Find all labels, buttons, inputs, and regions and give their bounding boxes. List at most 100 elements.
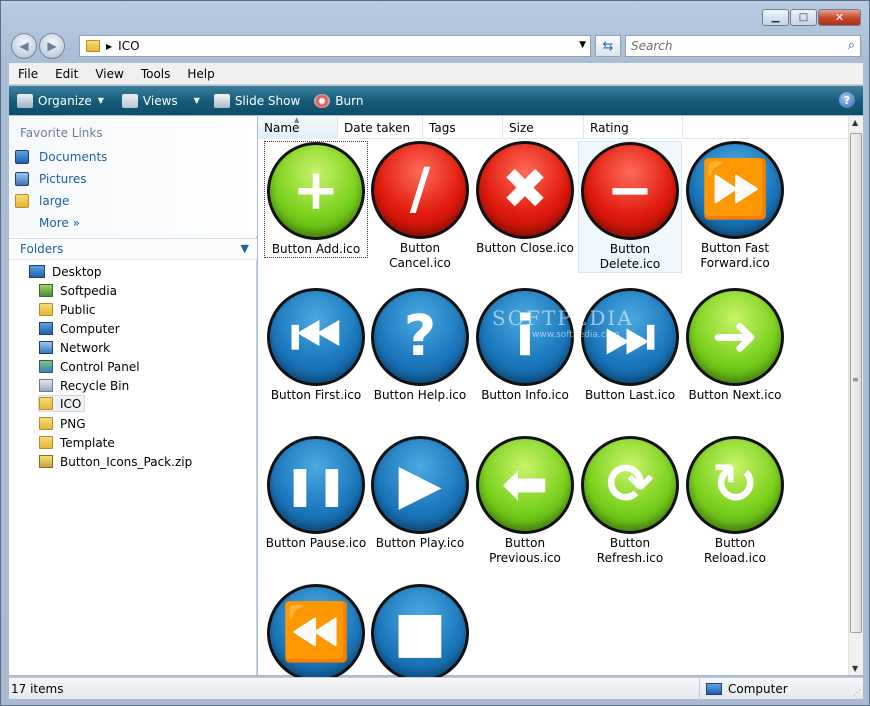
file-item[interactable]: ▶ Button Play.ico [368,436,472,551]
tree-computer[interactable]: Computer [39,320,123,337]
forward-arrow-icon: ▶ [47,39,57,53]
vertical-scrollbar[interactable]: ▲ ≡ ▼ [848,116,863,675]
menu-help[interactable]: Help [178,67,222,81]
file-item[interactable]: ✖ Button Close.ico [473,141,577,256]
more-links[interactable]: More » [39,216,80,230]
forward-button[interactable]: ▶ [39,33,65,59]
file-item[interactable]: ■ [368,584,472,684]
file-item[interactable]: ⏮ Button First.ico [264,288,368,403]
tree-png[interactable]: PNG [39,415,89,432]
tree-label: Network [60,340,111,355]
organize-label: Organize [38,93,92,108]
file-item[interactable]: ⬅ Button Previous.ico [473,436,577,566]
column-tags[interactable]: Tags [423,116,503,139]
menu-tools[interactable]: Tools [132,67,179,81]
thumbnail-glyph-icon: + [292,158,340,223]
minimize-button[interactable]: ▁ [762,9,789,26]
folder-icon [39,303,53,316]
breadcrumb-ico[interactable]: ICO [118,39,139,53]
views-button[interactable]: Views ▼ [121,93,200,108]
refresh-button[interactable]: ⇆ [595,35,621,57]
search-input[interactable]: Search ⌕ [625,35,861,57]
file-item[interactable]: ⟳ Button Refresh.ico [578,436,682,566]
file-item[interactable]: + Button Add.ico [264,141,368,258]
fav-pictures-label: Pictures [39,172,87,186]
tree-zip[interactable]: Button_Icons_Pack.zip [39,453,195,470]
file-item[interactable]: ? Button Help.ico [368,288,472,403]
tree-recycle-bin[interactable]: Recycle Bin [39,377,132,394]
file-item[interactable]: ❚❚ Button Pause.ico [264,436,368,551]
column-date-label: Date taken [344,120,411,135]
fav-large[interactable]: large [15,194,69,208]
tree-ico[interactable]: ICO [38,395,86,412]
tree-template[interactable]: Template [39,434,118,451]
more-label: More [39,216,69,230]
resize-grip-icon[interactable]: ⋰ [853,688,861,697]
column-rating[interactable]: Rating [584,116,683,139]
thumbnail-glyph-icon: ➜ [711,304,759,369]
maximize-button[interactable]: □ [790,9,817,26]
file-item[interactable]: ⏪ [264,584,368,684]
scroll-grip-icon: ≡ [852,375,859,384]
chevron-down-icon: ▼ [97,96,104,105]
thumbnail-glyph-icon: − [606,158,654,223]
back-button[interactable]: ◀ [11,33,37,59]
thumbnail-glyph-icon: ❚❚ [284,463,348,507]
button-thumbnail-icon: ✖ [476,141,574,239]
file-item[interactable]: ⏩ Button Fast Forward.ico [683,141,787,271]
computer-icon [706,683,722,695]
search-placeholder: Search [631,39,673,53]
button-thumbnail-icon: ■ [371,584,469,682]
slideshow-button[interactable]: Slide Show [213,93,300,108]
sort-ascending-icon: ▲ [294,116,300,124]
tree-public[interactable]: Public [39,301,99,318]
watermark-url: www.softpedia.com [532,330,620,340]
address-bar[interactable]: ▶ ICO ▼ [79,35,591,57]
tree-label: ICO [60,396,82,411]
column-date-taken[interactable]: Date taken [338,116,423,139]
file-item[interactable]: ↻ Button Reload.ico [683,436,787,566]
favorite-links-title: Favorite Links [20,126,103,140]
menu-edit[interactable]: Edit [46,67,86,81]
help-icon[interactable]: ? [839,92,855,108]
tree-desktop[interactable]: Desktop [29,263,105,280]
network-icon [39,341,53,354]
burn-button[interactable]: Burn [314,93,363,108]
scroll-down-icon[interactable]: ▼ [852,664,858,673]
menu-bar: File Edit View Tools Help [9,63,863,85]
file-name: Button Add.ico [271,242,361,256]
tree-control-panel[interactable]: Control Panel [39,358,143,375]
column-size[interactable]: Size [503,116,584,139]
thumbnail-glyph-icon: ⏪ [281,600,351,665]
tree-softpedia[interactable]: Softpedia [39,282,120,299]
command-toolbar: Organize ▼ Views ▼ Slide Show Burn ? [9,86,863,115]
button-thumbnail-icon: ➜ [686,288,784,386]
breadcrumb-arrow-icon[interactable]: ▶ [106,42,112,51]
tree-network[interactable]: Network [39,339,113,356]
file-name: Button Refresh.ico [596,536,664,565]
thumbnail-glyph-icon: / [409,157,431,222]
folders-title: Folders [20,242,64,256]
organize-button[interactable]: Organize ▼ [17,93,104,108]
folders-header[interactable]: Folders ▼ [9,238,257,260]
fav-documents-label: Documents [39,150,108,164]
address-dropdown-icon[interactable]: ▼ [579,40,586,50]
pictures-icon [15,172,29,186]
status-location-label: Computer [728,682,788,696]
tree-label: Template [60,435,115,450]
file-name: Button First.ico [270,388,362,402]
file-item[interactable]: / Button Cancel.ico [368,141,472,271]
computer-icon [39,322,53,335]
search-icon[interactable]: ⌕ [848,38,855,53]
file-item[interactable]: − Button Delete.ico [578,141,682,273]
tree-label: PNG [60,416,86,431]
file-name: Button Info.ico [481,388,569,402]
fav-pictures[interactable]: Pictures [15,172,87,186]
close-button[interactable]: ✕ [818,9,861,26]
menu-view[interactable]: View [86,67,131,81]
fav-documents[interactable]: Documents [15,150,107,164]
file-name: Button Reload.ico [704,536,766,565]
scroll-up-icon[interactable]: ▲ [852,118,858,127]
menu-file[interactable]: File [9,67,46,81]
file-item[interactable]: ➜ Button Next.ico [683,288,787,403]
